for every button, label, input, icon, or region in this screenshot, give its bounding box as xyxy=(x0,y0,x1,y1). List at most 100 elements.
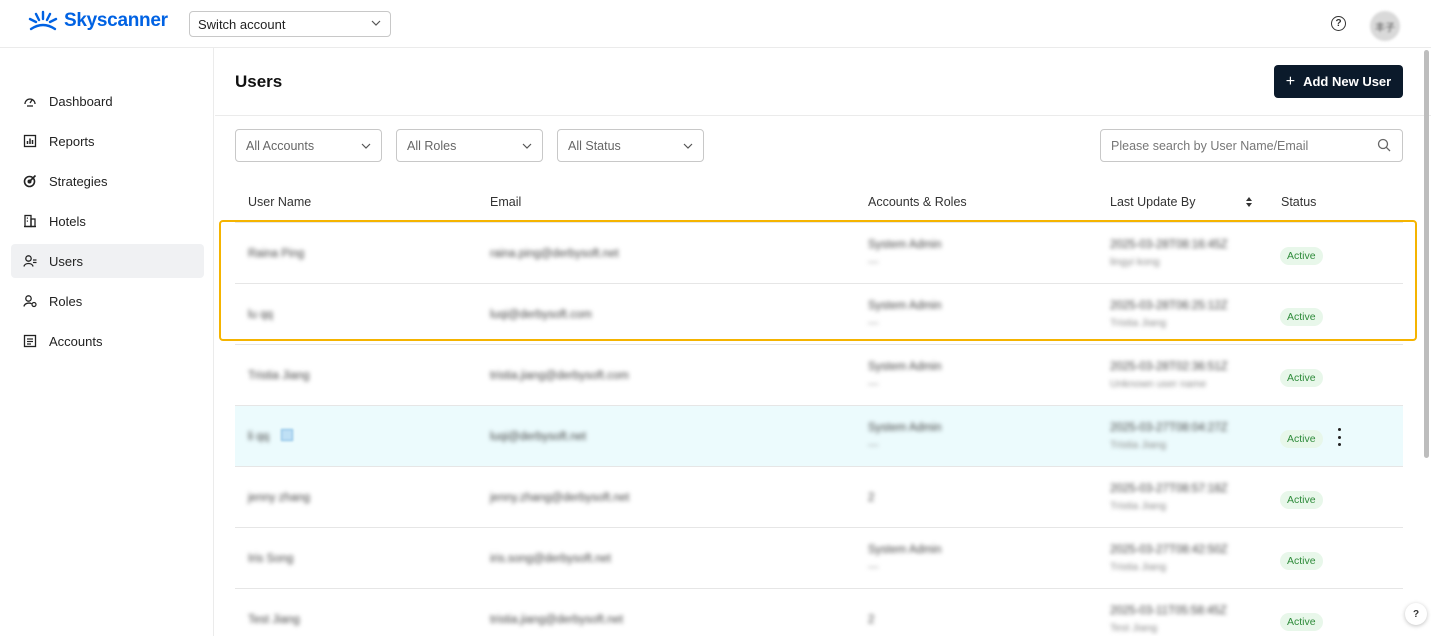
page-title: Users xyxy=(235,72,283,91)
last-update-date-cell: 2025-03-11T05:58:45Z xyxy=(1110,605,1227,617)
email-cell: tristia.jiang@derbysoft.net xyxy=(490,614,624,626)
search-icon[interactable] xyxy=(1377,138,1391,152)
sort-icon[interactable] xyxy=(1245,196,1253,208)
table-row[interactable]: Raina Ping raina.ping@derbysoft.net Syst… xyxy=(235,222,1403,283)
role-cell: System Admin xyxy=(868,544,942,556)
role-sub-cell: — xyxy=(868,378,879,390)
table-row[interactable]: Tristia Jiang tristia.jiang@derbysoft.co… xyxy=(235,344,1403,405)
accounts-filter-value: All Accounts xyxy=(246,138,315,153)
switch-account-dropdown[interactable]: Switch account xyxy=(189,11,391,37)
sidebar-item-dashboard[interactable]: Dashboard xyxy=(11,84,204,118)
table-row[interactable]: lu qq luqi@derbysoft.com System Admin — … xyxy=(235,283,1403,344)
last-update-by-cell: Tristia Jiang xyxy=(1110,439,1167,451)
last-update-by-cell: Test Jiang xyxy=(1110,622,1158,634)
role-cell: System Admin xyxy=(868,300,942,312)
accounts-filter-dropdown[interactable]: All Accounts xyxy=(235,129,382,162)
sunburst-logo-icon xyxy=(28,10,58,31)
strategies-icon xyxy=(23,174,37,188)
sidebar-item-reports[interactable]: Reports xyxy=(11,124,204,158)
user-name-cell: jenny zhang xyxy=(248,492,311,504)
status-filter-dropdown[interactable]: All Status xyxy=(557,129,704,162)
status-badge: Active xyxy=(1280,613,1323,631)
last-update-date-cell: 2025-03-27T08:57:18Z xyxy=(1110,483,1228,495)
last-update-by-cell: Tristia Jiang xyxy=(1110,500,1167,512)
plus-icon: + xyxy=(1285,72,1296,90)
user-name-cell: Test Jiang xyxy=(248,614,300,626)
table-row[interactable]: Iris Song iris.song@derbysoft.net System… xyxy=(235,527,1403,588)
sidebar-item-hotels[interactable]: Hotels xyxy=(11,204,204,238)
last-update-date-cell: 2025-03-27T08:42:50Z xyxy=(1110,544,1228,556)
sidebar-item-accounts[interactable]: Accounts xyxy=(11,324,204,358)
floating-help-icon[interactable]: ? xyxy=(1405,603,1427,625)
main-content: Users + Add New User All Accounts All Ro… xyxy=(215,48,1431,636)
last-update-by-cell: Tristia Jiang xyxy=(1110,561,1167,573)
sidebar-item-label: Roles xyxy=(49,293,83,309)
hotels-icon xyxy=(24,214,36,228)
role-sub-cell: — xyxy=(868,256,879,268)
search-input[interactable] xyxy=(1100,129,1403,162)
table-row[interactable]: li qq luqi@derbysoft.net System Admin — … xyxy=(235,405,1403,466)
skyscanner-logo[interactable]: Skyscanner xyxy=(28,10,168,32)
status-badge: Active xyxy=(1280,308,1323,326)
column-header-last-update: Last Update By xyxy=(1110,195,1196,209)
role-cell: System Admin xyxy=(868,239,942,251)
email-cell: jenny.zhang@derbysoft.net xyxy=(490,492,630,504)
add-new-user-button[interactable]: + Add New User xyxy=(1274,65,1403,98)
roles-icon xyxy=(23,295,37,308)
help-glyph: ? xyxy=(1335,18,1342,29)
avatar[interactable]: 丰子 xyxy=(1370,11,1400,41)
email-cell: iris.song@derbysoft.net xyxy=(490,553,611,565)
last-update-by-cell: Tristia Jiang xyxy=(1110,317,1167,329)
sidebar: Dashboard Reports Strategies Hotels User… xyxy=(0,48,214,636)
chevron-down-icon xyxy=(683,143,693,149)
more-options-icon[interactable] xyxy=(1335,428,1343,446)
users-icon xyxy=(23,255,37,267)
user-name-cell: lu qq xyxy=(248,309,273,321)
user-name-cell: Tristia Jiang xyxy=(248,370,310,382)
chevron-down-icon xyxy=(522,143,532,149)
column-header-user-name: User Name xyxy=(248,195,312,209)
sidebar-item-strategies[interactable]: Strategies xyxy=(11,164,204,198)
chevron-down-icon xyxy=(361,143,371,149)
column-header-status: Status xyxy=(1281,195,1317,209)
role-sub-cell: — xyxy=(868,561,879,573)
last-update-by-cell: Unknown user name xyxy=(1110,378,1207,390)
column-header-email: Email xyxy=(490,195,522,209)
roles-filter-dropdown[interactable]: All Roles xyxy=(396,129,543,162)
accounts-icon xyxy=(23,334,37,348)
edit-icon[interactable] xyxy=(281,429,293,441)
dashboard-icon xyxy=(24,98,36,107)
table-row[interactable]: jenny zhang jenny.zhang@derbysoft.net 2 … xyxy=(235,466,1403,527)
vertical-scrollbar[interactable] xyxy=(1424,50,1429,458)
last-update-date-cell: 2025-03-28T02:36:51Z xyxy=(1110,361,1228,373)
role-cell: System Admin xyxy=(868,361,942,373)
user-name-cell: li qq xyxy=(248,431,270,443)
sidebar-item-label: Accounts xyxy=(49,333,103,349)
user-name-cell: Iris Song xyxy=(248,553,294,565)
last-update-date-cell: 2025-03-27T08:04:27Z xyxy=(1110,422,1228,434)
status-badge: Active xyxy=(1280,247,1323,265)
table-row[interactable]: Test Jiang tristia.jiang@derbysoft.net 2… xyxy=(235,588,1403,636)
email-cell: luqi@derbysoft.com xyxy=(490,309,592,321)
role-cell: 2 xyxy=(868,492,875,504)
brand-name: Skyscanner xyxy=(64,10,168,31)
status-filter-value: All Status xyxy=(568,138,621,153)
add-new-user-label: Add New User xyxy=(1303,74,1392,89)
status-badge: Active xyxy=(1280,552,1323,570)
sidebar-item-roles[interactable]: Roles xyxy=(11,284,204,318)
role-cell: 2 xyxy=(868,614,875,626)
email-cell: tristia.jiang@derbysoft.com xyxy=(490,370,629,382)
sidebar-item-users[interactable]: Users xyxy=(11,244,204,278)
sidebar-item-label: Dashboard xyxy=(49,93,113,109)
email-cell: luqi@derbysoft.net xyxy=(490,431,587,443)
avatar-initials: 丰子 xyxy=(1375,22,1395,34)
help-glyph: ? xyxy=(1412,608,1420,620)
status-badge: Active xyxy=(1280,491,1323,509)
sidebar-item-label: Users xyxy=(49,253,83,269)
sidebar-item-label: Hotels xyxy=(49,213,86,229)
help-icon[interactable]: ? xyxy=(1331,16,1346,31)
role-sub-cell: — xyxy=(868,439,879,451)
role-cell: System Admin xyxy=(868,422,942,434)
column-header-accounts-roles: Accounts & Roles xyxy=(868,195,967,209)
chevron-down-icon xyxy=(371,20,381,26)
